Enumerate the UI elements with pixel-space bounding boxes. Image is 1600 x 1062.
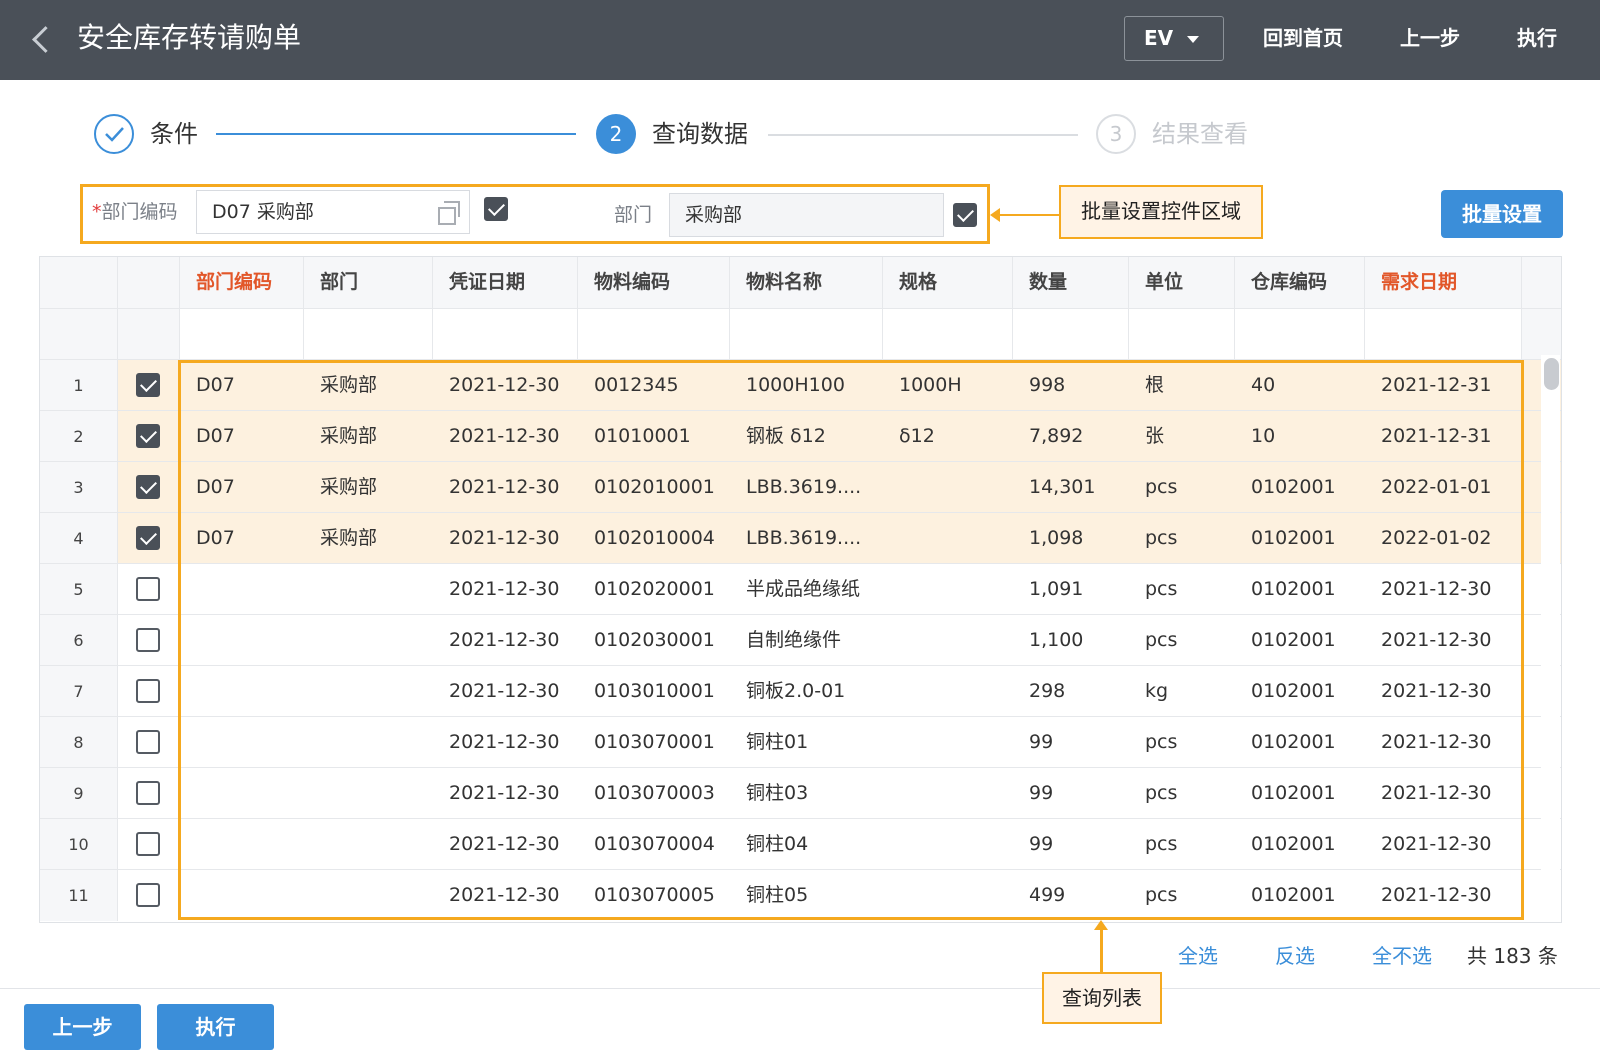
header-spacer [1522,257,1561,308]
dept-batch-checkbox[interactable] [953,203,977,227]
row-checkbox[interactable] [136,424,160,448]
dept-label: 部门 [614,204,653,226]
back-chevron-icon[interactable] [26,20,56,60]
step-3-number: 3 [1096,114,1136,154]
col-header-item-code[interactable]: 物料编码 [578,257,730,308]
footer-execute-button[interactable]: 执行 [157,1004,274,1050]
step-1-label: 条件 [150,120,198,148]
select-none-link[interactable]: 全不选 [1372,941,1432,971]
dept-code-field[interactable]: D07 采购部 [196,190,470,234]
col-header-qty[interactable]: 数量 [1013,257,1129,308]
caret-down-icon [1187,36,1199,43]
dept-field[interactable]: 采购部 [669,193,944,237]
filter-item-code[interactable] [578,308,730,359]
col-header-item-name[interactable]: 物料名称 [730,257,883,308]
row-number: 1 [40,360,118,411]
filter-spacer [1522,308,1561,359]
row-checkbox[interactable] [136,373,160,397]
step-2-number: 2 [596,114,636,154]
header-execute-button[interactable]: 执行 [1517,22,1557,54]
filter-need-date[interactable] [1365,308,1522,359]
invert-selection-link[interactable]: 反选 [1275,941,1315,971]
step-connector [768,134,1078,136]
row-checkbox[interactable] [136,781,160,805]
row-checkbox[interactable] [136,832,160,856]
row-checkbox[interactable] [136,526,160,550]
step-connector [216,133,576,135]
row-number: 11 [40,870,118,921]
table-scrollbar[interactable] [1541,355,1560,921]
arrow-left-icon [990,208,1000,222]
filter-warehouse[interactable] [1235,308,1365,359]
scrollbar-thumb[interactable] [1544,358,1559,390]
row-number: 7 [40,666,118,717]
header-corner [40,257,118,308]
filter-voucher-date[interactable] [433,308,578,359]
row-number: 5 [40,564,118,615]
row-number: 6 [40,615,118,666]
row-number: 9 [40,768,118,819]
row-checkbox[interactable] [136,577,160,601]
header-select [118,257,180,308]
callout-pointer [993,214,1059,216]
filter-qty[interactable] [1013,308,1129,359]
query-list-highlight [178,360,1524,920]
select-all-link[interactable]: 全选 [1178,941,1218,971]
env-selector[interactable]: EV [1124,16,1224,61]
col-header-spec[interactable]: 规格 [883,257,1013,308]
row-checkbox[interactable] [136,628,160,652]
row-number: 8 [40,717,118,768]
callout-pointer [1100,926,1103,972]
batch-setting-area: *部门编码 D07 采购部 部门 采购部 [80,184,990,244]
col-header-warehouse[interactable]: 仓库编码 [1235,257,1365,308]
total-count: 共 183 条 [1467,944,1558,968]
col-header-need-date[interactable]: 需求日期 [1365,257,1522,308]
arrow-up-icon [1094,920,1108,930]
row-number: 2 [40,411,118,462]
row-checkbox[interactable] [136,679,160,703]
row-number: 4 [40,513,118,564]
row-checkbox[interactable] [136,883,160,907]
row-checkbox[interactable] [136,730,160,754]
footer-prev-button[interactable]: 上一步 [24,1004,141,1050]
filter-dept[interactable] [304,308,433,359]
dept-code-label: *部门编码 [92,201,178,223]
filter-item-name[interactable] [730,308,883,359]
step-3-label: 结果查看 [1152,120,1248,148]
filter-dept-code[interactable] [180,308,304,359]
dept-code-batch-checkbox[interactable] [484,197,508,221]
filter-spec[interactable] [883,308,1013,359]
step-1-check-icon [94,114,134,154]
filter-unit[interactable] [1129,308,1235,359]
home-button[interactable]: 回到首页 [1263,22,1343,54]
row-number: 3 [40,462,118,513]
batch-setting-button[interactable]: 批量设置 [1441,190,1563,238]
col-header-dept-code[interactable]: 部门编码 [180,257,304,308]
filter-select [118,308,180,359]
col-header-dept[interactable]: 部门 [304,257,433,308]
header-prev-button[interactable]: 上一步 [1400,22,1460,54]
env-selector-value: EV [1144,26,1174,50]
col-header-unit[interactable]: 单位 [1129,257,1235,308]
page-title: 安全库存转请购单 [77,21,302,54]
filter-corner [40,308,118,359]
batch-area-callout: 批量设置控件区域 [1059,185,1263,239]
row-number: 10 [40,819,118,870]
step-2-label: 查询数据 [652,120,748,148]
col-header-voucher-date[interactable]: 凭证日期 [433,257,578,308]
query-list-callout: 查询列表 [1042,972,1162,1024]
copy-icon[interactable] [438,201,460,225]
top-bar: 安全库存转请购单 EV 回到首页 上一步 执行 [0,0,1600,80]
row-checkbox[interactable] [136,475,160,499]
dept-code-value: D07 采购部 [212,201,314,223]
